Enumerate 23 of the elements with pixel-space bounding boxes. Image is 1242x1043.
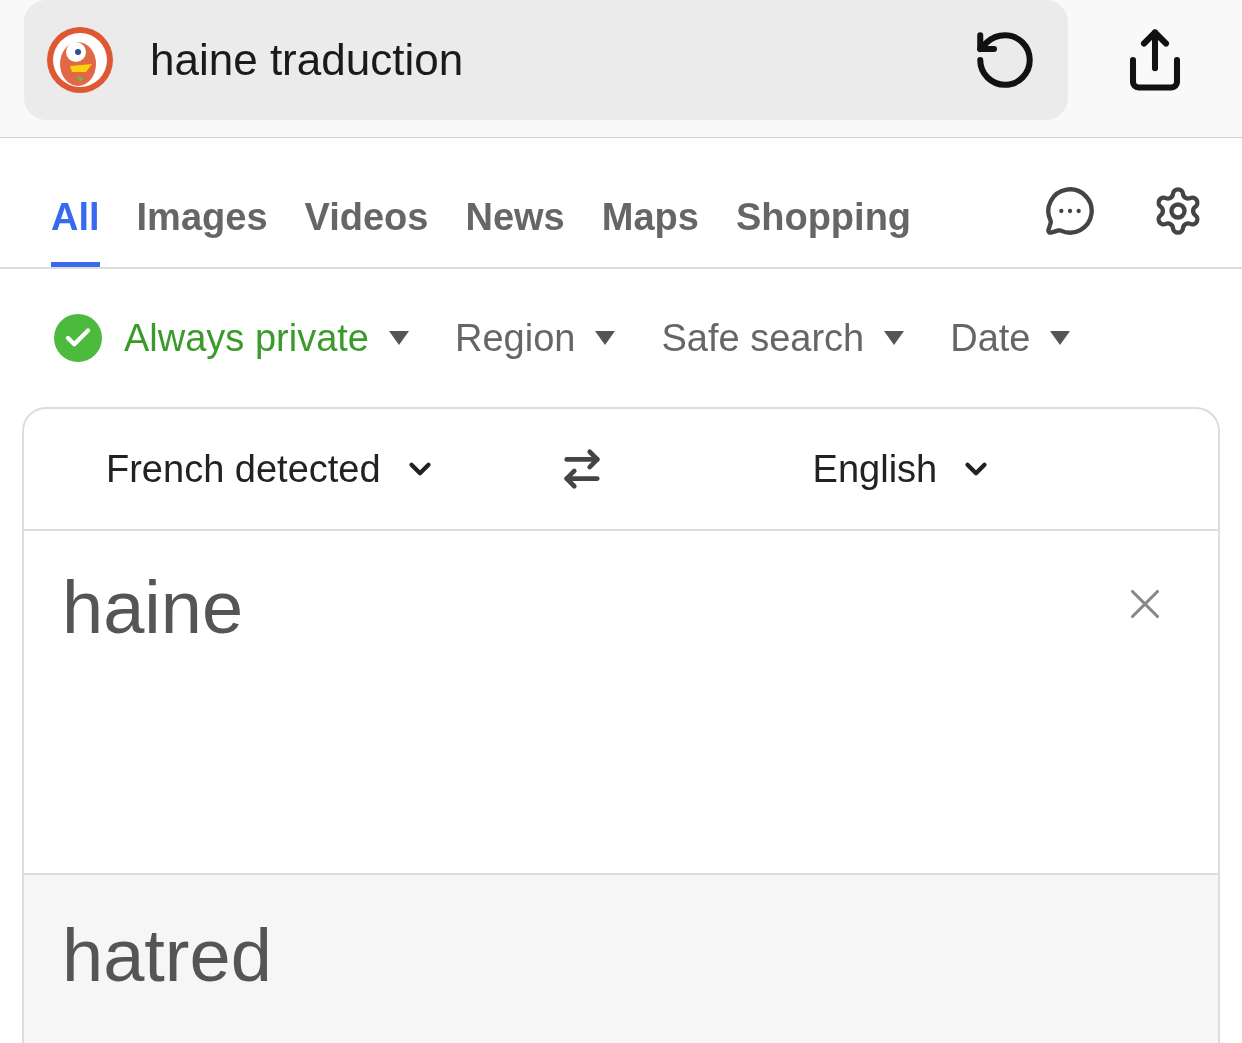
caret-icon xyxy=(1050,331,1071,345)
search-tab[interactable]: News xyxy=(465,198,565,267)
source-language-dropdown[interactable]: French detected xyxy=(106,440,437,498)
search-tab[interactable]: All xyxy=(51,198,100,267)
chat-icon[interactable] xyxy=(1044,185,1096,237)
filter-dropdown[interactable]: Safe search xyxy=(661,309,905,367)
caret-icon xyxy=(884,331,905,345)
address-bar[interactable]: haine traduction xyxy=(24,0,1068,120)
input-text: haine xyxy=(62,571,245,645)
caret-icon xyxy=(389,331,409,345)
search-tab[interactable]: Maps xyxy=(601,198,699,267)
filter-dropdown[interactable]: Region xyxy=(455,309,616,367)
output-text: hatred xyxy=(62,914,272,997)
caret-icon xyxy=(595,331,616,345)
duck-logo-icon xyxy=(46,26,114,94)
search-tab[interactable]: Images xyxy=(136,198,268,267)
search-tab[interactable]: Videos xyxy=(304,198,429,267)
search-query: haine traduction xyxy=(150,34,465,86)
filter-dropdown[interactable]: Date xyxy=(950,309,1071,367)
filter-dropdown[interactable]: Always private xyxy=(54,309,409,367)
check-icon xyxy=(54,314,102,362)
target-language-dropdown[interactable]: English xyxy=(812,440,994,498)
search-tab[interactable]: Shopping xyxy=(735,198,912,267)
